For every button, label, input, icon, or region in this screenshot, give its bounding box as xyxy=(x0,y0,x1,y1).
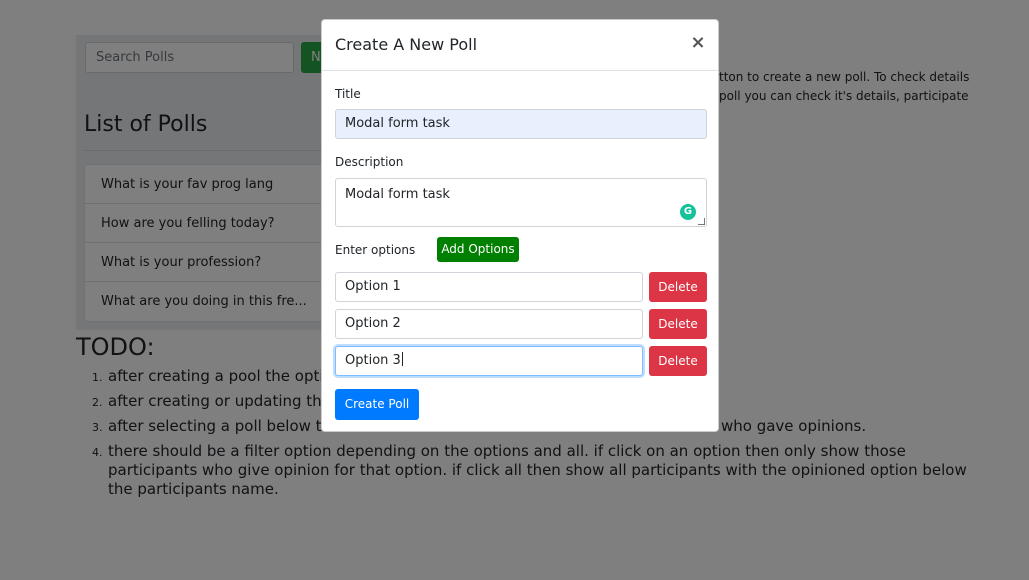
options-label: Enter options xyxy=(335,243,416,257)
option-input[interactable]: Option 1 xyxy=(335,272,643,302)
modal-title: Create A New Poll xyxy=(335,35,478,54)
option-value: Option 3 xyxy=(345,353,401,368)
description-value: Modal form task xyxy=(345,187,450,202)
description-label: Description xyxy=(335,155,404,169)
resize-handle-icon[interactable] xyxy=(698,218,705,225)
create-poll-modal: Create A New Poll × Title Modal form tas… xyxy=(321,19,719,432)
close-icon[interactable]: × xyxy=(690,33,706,53)
option-input[interactable]: Option 2 xyxy=(335,309,643,339)
add-options-button[interactable]: Add Options xyxy=(437,237,519,262)
description-textarea[interactable]: Modal form task G xyxy=(335,178,707,227)
grammarly-icon[interactable]: G xyxy=(680,204,696,220)
title-label: Title xyxy=(335,87,361,101)
modal-header: Create A New Poll × xyxy=(322,20,718,71)
option-input[interactable]: Option 3 xyxy=(335,346,643,376)
delete-option-button[interactable]: Delete xyxy=(649,346,707,376)
text-cursor xyxy=(401,352,403,366)
title-input[interactable]: Modal form task xyxy=(335,109,707,139)
delete-option-button[interactable]: Delete xyxy=(649,309,707,339)
create-poll-button[interactable]: Create Poll xyxy=(335,389,419,420)
delete-option-button[interactable]: Delete xyxy=(649,272,707,302)
